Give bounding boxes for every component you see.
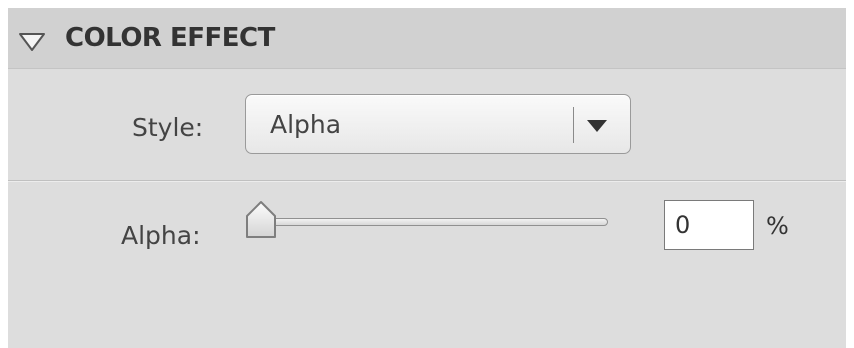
collapse-triangle-icon[interactable] [18, 32, 46, 52]
alpha-slider-thumb[interactable] [244, 200, 278, 240]
dropdown-arrow-icon[interactable] [586, 119, 608, 133]
dropdown-divider [573, 107, 574, 143]
section-title: COLOR EFFECT [65, 23, 275, 53]
alpha-label: Alpha: [121, 221, 201, 250]
alpha-value-input[interactable] [664, 200, 754, 250]
style-selected-value: Alpha [270, 110, 342, 139]
style-dropdown[interactable]: Alpha [245, 94, 631, 154]
alpha-slider-track[interactable] [252, 218, 608, 226]
section-divider-highlight [8, 181, 846, 182]
percent-unit-label: % [766, 212, 789, 240]
style-label: Style: [132, 113, 204, 142]
color-effect-header[interactable]: COLOR EFFECT [8, 8, 846, 69]
color-effect-panel: COLOR EFFECT Style: Alpha Alpha: % [8, 8, 846, 348]
